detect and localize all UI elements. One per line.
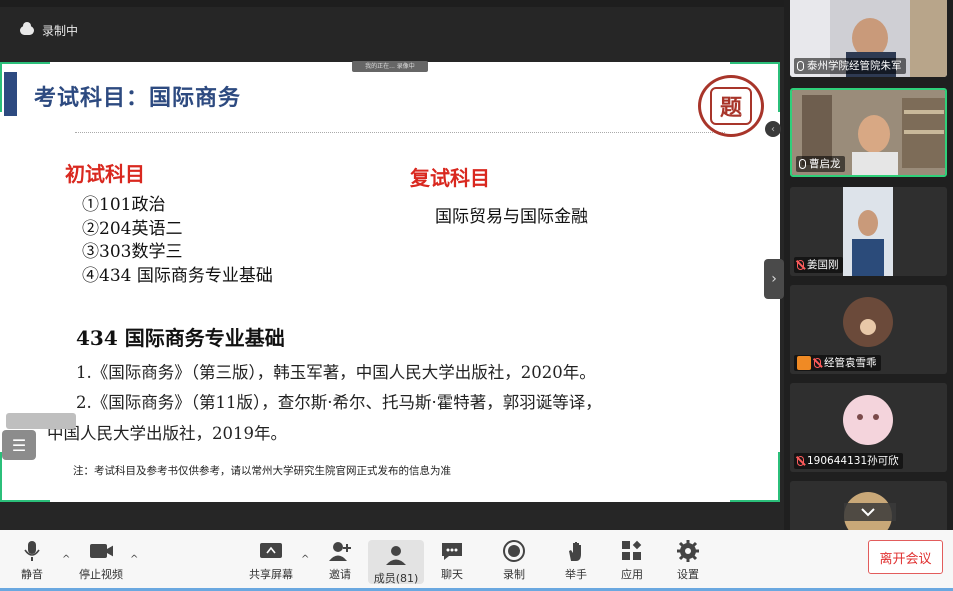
slide-title: 考试科目：国际商务 — [34, 86, 242, 111]
invite-label: 邀请 — [329, 568, 351, 581]
share-frame-corner — [778, 452, 780, 502]
participant-name: 泰州学院经管院朱军 — [807, 60, 902, 72]
title-accent-bar — [4, 72, 17, 116]
reference-heading: 434 国际商务专业基础 — [76, 326, 285, 350]
participant-name-tag: 曹启龙 — [796, 156, 845, 172]
participant-panel[interactable]: 泰州学院经管院朱军 曹启龙 姜国刚 经管袁雪乖 190644131孙可欣 — [784, 0, 953, 530]
participant-name-tag: 190644131孙可欣 — [794, 453, 903, 469]
share-frame-corner — [0, 500, 50, 502]
retest-exam-heading: 复试科目 — [410, 166, 490, 190]
university-seal-logo: 题 — [698, 75, 764, 137]
mic-muted-icon — [797, 260, 804, 270]
participant-tile[interactable]: 泰州学院经管院朱军 — [790, 0, 947, 77]
settings-label: 设置 — [677, 568, 699, 581]
reference-line: 中国人民大学出版社，2019年。 — [47, 424, 287, 443]
initial-subject-list: ①101政治 ②204英语二 ③303数学三 ④434 国际商务专业基础 — [82, 194, 273, 288]
share-screen-button[interactable]: 共享屏幕 — [249, 540, 293, 582]
chevron-up-icon[interactable]: ^ — [130, 554, 138, 565]
hand-icon — [564, 540, 588, 562]
participant-name: 姜国刚 — [807, 259, 839, 271]
meeting-toolbar: 静音 ^ 停止视频 ^ 共享屏幕 ^ 邀请 成员(81) 聊天 录制 举手 应用… — [0, 530, 953, 591]
list-item: ④434 国际商务专业基础 — [82, 265, 273, 286]
participant-tile-active[interactable]: 曹启龙 — [790, 88, 947, 177]
chat-label: 聊天 — [441, 568, 463, 581]
meeting-window: 录制中 考试科目：国际商务 题 初试科目 复试科目 ①101政治 ②204英语二… — [0, 0, 953, 591]
participant-name-tag: 经管袁雪乖 — [794, 355, 881, 371]
members-button[interactable]: 成员(81) — [368, 540, 424, 585]
share-frame-corner — [730, 62, 780, 64]
participant-name: 经管袁雪乖 — [824, 357, 877, 369]
participant-tile[interactable]: 190644131孙可欣 — [790, 383, 947, 472]
participant-tile[interactable]: 经管袁雪乖 — [790, 285, 947, 374]
collapse-panel-button[interactable]: › — [764, 259, 784, 299]
chat-icon — [440, 540, 464, 562]
cloud-icon — [20, 22, 34, 35]
reference-line: 2.《国际商务》（第11版），查尔斯·希尔、托马斯·霍特著，郭羽诞等译， — [76, 393, 602, 412]
record-label: 录制 — [503, 568, 525, 581]
apps-label: 应用 — [621, 568, 643, 581]
invite-button[interactable]: 邀请 — [328, 540, 352, 582]
participant-avatar — [790, 481, 947, 530]
chevron-up-icon[interactable]: ^ — [62, 554, 70, 565]
participant-tile[interactable]: 姜国刚 — [790, 187, 947, 276]
reference-line: 1.《国际商务》（第三版），韩玉军著，中国人民大学出版社，2020年。 — [76, 363, 596, 382]
title-divider — [75, 132, 725, 133]
record-icon — [502, 540, 526, 562]
stop-video-button[interactable]: 停止视频 — [79, 540, 123, 582]
mic-icon — [797, 61, 804, 71]
slide-note: 注：考试科目及参考书仅供参考，请以常州大学研究生院官网正式发布的信息为准 — [73, 465, 451, 477]
annotation-float-bar[interactable] — [6, 413, 76, 429]
top-bar — [0, 0, 780, 62]
share-frame-corner — [778, 62, 780, 112]
share-screen-icon — [259, 540, 283, 562]
raise-hand-label: 举手 — [565, 568, 587, 581]
share-frame-corner — [0, 62, 2, 112]
mic-muted-icon — [797, 456, 804, 466]
mic-muted-icon — [814, 358, 821, 368]
members-icon — [384, 544, 408, 566]
mute-label: 静音 — [21, 568, 43, 581]
recording-label: 录制中 — [42, 24, 79, 38]
stop-video-label: 停止视频 — [79, 568, 123, 581]
chevron-right-icon: › — [771, 271, 777, 287]
raise-hand-button[interactable]: 举手 — [564, 540, 588, 582]
participant-name: 190644131孙可欣 — [807, 455, 899, 467]
initial-exam-heading: 初试科目 — [65, 162, 145, 186]
apps-icon — [620, 540, 644, 562]
seal-character: 题 — [710, 87, 752, 125]
shared-slide: 考试科目：国际商务 题 初试科目 复试科目 ①101政治 ②204英语二 ③30… — [0, 62, 780, 502]
invite-icon — [328, 540, 352, 562]
share-frame-corner — [0, 452, 2, 502]
gear-icon — [676, 540, 700, 562]
retest-subject: 国际贸易与国际金融 — [435, 207, 588, 227]
chevron-up-icon[interactable]: ^ — [301, 554, 309, 565]
camera-icon — [89, 540, 113, 562]
chevron-left-icon[interactable]: ‹ — [765, 121, 781, 137]
mute-button[interactable]: 静音 — [20, 540, 44, 582]
list-icon[interactable]: ☰ — [2, 430, 36, 460]
list-item: ③303数学三 — [82, 242, 183, 262]
chat-button[interactable]: 聊天 — [440, 540, 464, 582]
settings-button[interactable]: 设置 — [676, 540, 700, 582]
members-label: 成员(81) — [373, 572, 419, 585]
share-screen-label: 共享屏幕 — [249, 568, 293, 581]
participant-name-tag: 泰州学院经管院朱军 — [794, 58, 906, 74]
recording-status: 录制中 — [20, 22, 78, 39]
apps-button[interactable]: 应用 — [620, 540, 644, 582]
participant-name-tag: 姜国刚 — [794, 257, 843, 273]
share-frame-corner — [730, 500, 780, 502]
participant-tile[interactable] — [790, 481, 947, 530]
leave-meeting-button[interactable]: 离开会议 — [868, 540, 943, 574]
share-frame-corner — [0, 62, 50, 64]
host-icon — [797, 356, 811, 370]
share-status-pill[interactable]: 我的正在... 录像中 — [352, 61, 428, 72]
mic-icon — [20, 540, 44, 562]
list-item: ②204英语二 — [82, 218, 183, 239]
list-item: ①101政治 — [82, 195, 166, 215]
mic-icon — [799, 159, 806, 169]
record-button[interactable]: 录制 — [502, 540, 526, 582]
participant-name: 曹启龙 — [809, 158, 841, 170]
